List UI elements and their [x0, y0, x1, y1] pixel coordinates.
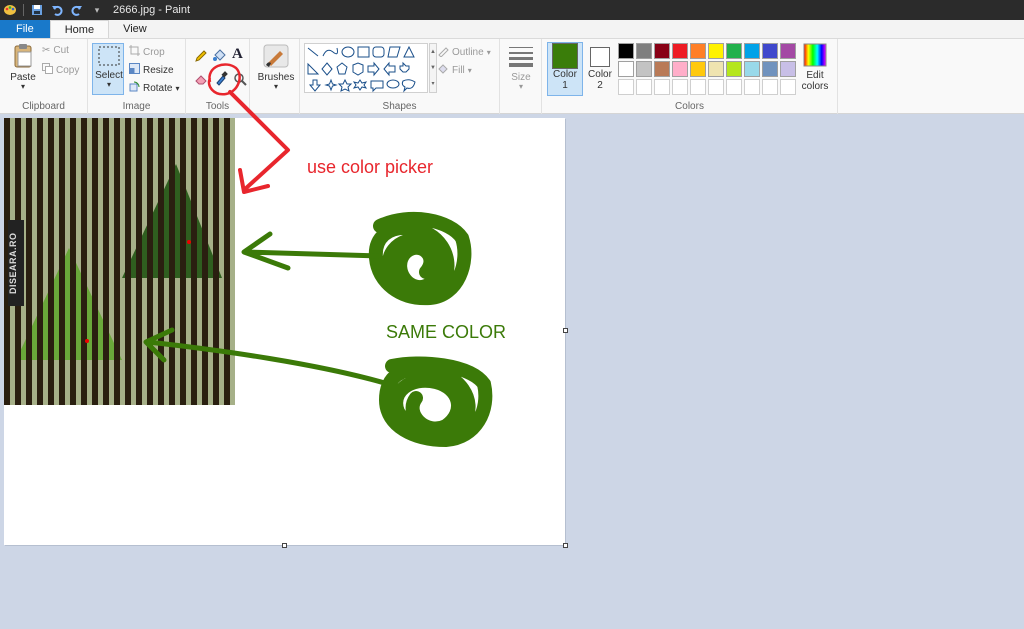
annotations-layer [143, 63, 493, 448]
resize-handle-bottom[interactable] [282, 543, 287, 548]
resize-handle-corner[interactable] [563, 543, 568, 548]
use-color-picker-note: use color picker [307, 157, 434, 177]
resize-handle-right[interactable] [563, 328, 568, 333]
same-color-note: SAME COLOR [386, 322, 507, 342]
